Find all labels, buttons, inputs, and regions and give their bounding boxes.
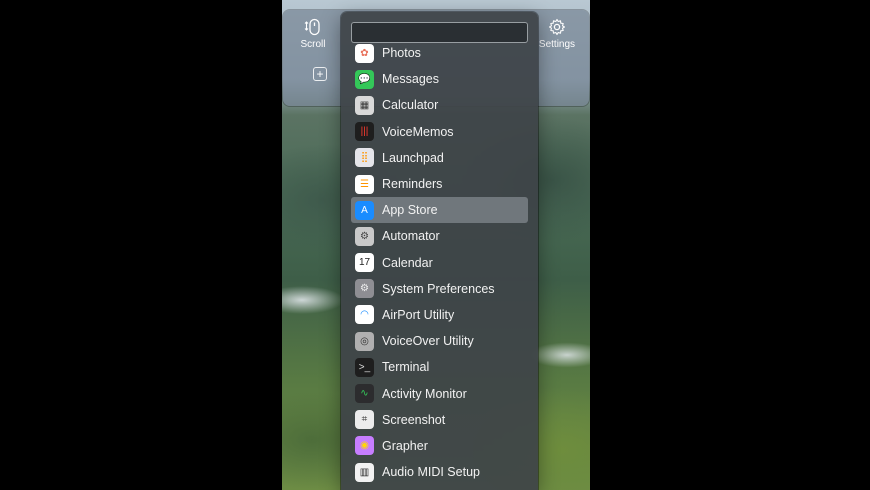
plus-icon: +: [316, 67, 324, 81]
app-name-label: Terminal: [382, 360, 430, 375]
search-input[interactable]: [351, 22, 528, 43]
airport-utility-icon: ◠: [355, 305, 374, 325]
scroll-label: Scroll: [300, 39, 326, 50]
calendar-icon: 17: [355, 253, 374, 273]
calculator-icon: ▦: [355, 95, 374, 115]
gear-icon: [548, 18, 566, 36]
list-item[interactable]: ⣿ Launchpad: [351, 145, 528, 171]
list-item[interactable]: ∿ Activity Monitor: [351, 380, 528, 406]
list-item[interactable]: >_ Terminal: [351, 354, 528, 380]
messages-icon: 💬: [355, 69, 374, 89]
app-name-label: Reminders: [382, 177, 443, 192]
list-item[interactable]: ||| VoiceMemos: [351, 119, 528, 145]
scroll-button[interactable]: Scroll: [285, 16, 341, 56]
app-name-label: Launchpad: [382, 150, 444, 165]
activity-monitor-icon: ∿: [355, 384, 374, 404]
app-name-label: Photos: [382, 46, 421, 61]
list-item[interactable]: ◎ VoiceOver Utility: [351, 328, 528, 354]
list-item[interactable]: ✿ Photos: [351, 40, 528, 66]
list-item[interactable]: 💬 Messages: [351, 66, 528, 92]
system-preferences-icon: ⚙: [355, 279, 374, 299]
audio-midi-setup-icon: ▥: [355, 462, 374, 482]
app-name-label: App Store: [382, 203, 438, 218]
app-picker-popup: ✿ Photos 💬 Messages ▦ Calculator ||| VoiceMemos…: [341, 12, 538, 490]
app-name-label: Grapher: [382, 438, 428, 453]
reminders-icon: ☰: [355, 174, 374, 194]
app-name-label: VoiceOver Utility: [382, 334, 474, 349]
list-item[interactable]: 17 Calendar: [351, 250, 528, 276]
list-item[interactable]: ▦ Calculator: [351, 92, 528, 118]
settings-label: Settings: [538, 39, 576, 50]
launchpad-icon: ⣿: [355, 148, 374, 168]
list-item[interactable]: ▥ Audio MIDI Setup: [351, 459, 528, 485]
list-item[interactable]: A App Store: [351, 197, 528, 224]
voiceover-utility-icon: ◎: [355, 331, 374, 351]
grapher-icon: ◉: [355, 436, 374, 456]
app-name-label: Audio MIDI Setup: [382, 465, 480, 480]
scroll-icon: [304, 18, 320, 36]
app-name-label: AirPort Utility: [382, 307, 455, 322]
app-name-label: VoiceMemos: [382, 124, 454, 139]
list-item[interactable]: ◉ Grapher: [351, 433, 528, 459]
app-name-label: Messages: [382, 72, 439, 87]
list-item[interactable]: ⚙ Automator: [351, 223, 528, 249]
app-store-icon: A: [355, 200, 374, 220]
screenshot-icon: ⌗: [355, 410, 374, 430]
voice-memos-icon: |||: [355, 122, 374, 142]
photos-icon: ✿: [355, 43, 374, 63]
app-list: ✿ Photos 💬 Messages ▦ Calculator ||| VoiceMemos…: [351, 40, 528, 485]
list-item[interactable]: ☰ Reminders: [351, 171, 528, 197]
list-item[interactable]: ⌗ Screenshot: [351, 407, 528, 433]
app-name-label: Calendar: [382, 255, 433, 270]
app-name-label: Calculator: [382, 98, 439, 113]
app-name-label: Automator: [382, 229, 440, 244]
add-button[interactable]: +: [313, 67, 327, 81]
app-name-label: Screenshot: [382, 412, 446, 427]
app-name-label: System Preferences: [382, 281, 495, 296]
app-name-label: Activity Monitor: [382, 386, 467, 401]
list-item[interactable]: ⚙ System Preferences: [351, 276, 528, 302]
terminal-icon: >_: [355, 357, 374, 377]
list-item[interactable]: ◠ AirPort Utility: [351, 302, 528, 328]
automator-icon: ⚙: [355, 226, 374, 246]
